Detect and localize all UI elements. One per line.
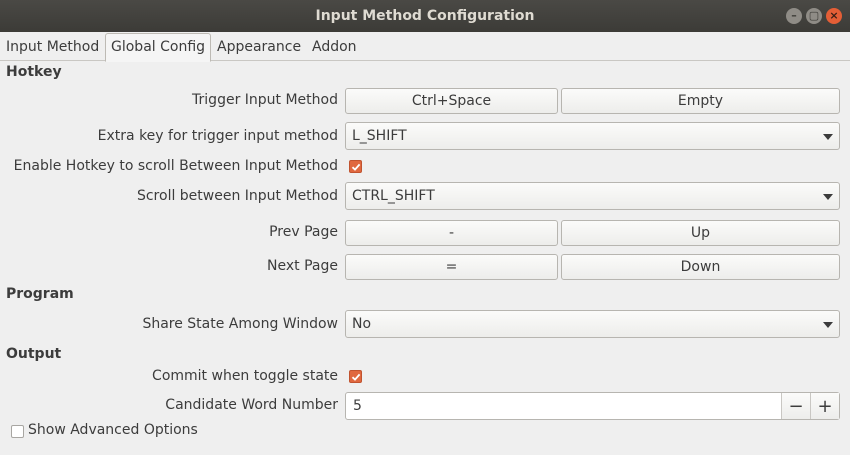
show-advanced-checkbox[interactable] — [11, 425, 24, 438]
prev-page-label: Prev Page — [269, 224, 338, 240]
prev-page-key-1-button[interactable]: - — [345, 220, 558, 246]
prev-page-key-2-button[interactable]: Up — [561, 220, 840, 246]
extra-key-value: L_SHIFT — [352, 128, 407, 144]
section-output: Output — [6, 346, 62, 362]
window-controls: – ▢ × — [786, 8, 842, 24]
scroll-between-dropdown[interactable]: CTRL_SHIFT — [345, 182, 840, 210]
minimize-button[interactable]: – — [786, 8, 802, 24]
title-bar: Input Method Configuration – ▢ × — [0, 0, 850, 32]
next-page-key-1-button[interactable]: = — [345, 254, 558, 280]
share-state-dropdown[interactable]: No — [345, 310, 840, 338]
chevron-down-icon — [823, 194, 833, 200]
candidate-word-number-spinbox[interactable]: 5 − + — [345, 392, 840, 420]
extra-key-label: Extra key for trigger input method — [97, 128, 338, 144]
scroll-between-label: Scroll between Input Method — [136, 188, 338, 204]
checkmark-icon — [351, 373, 360, 381]
increment-button[interactable]: + — [810, 393, 839, 419]
commit-toggle-label: Commit when toggle state — [152, 368, 338, 384]
commit-toggle-checkbox[interactable] — [349, 370, 362, 383]
section-program: Program — [6, 286, 74, 302]
section-hotkey: Hotkey — [6, 64, 62, 80]
tab-appearance[interactable]: Appearance — [212, 34, 306, 60]
chevron-down-icon — [823, 322, 833, 328]
share-state-label: Share State Among Window — [142, 316, 338, 332]
decrement-button[interactable]: − — [781, 393, 810, 419]
window-title: Input Method Configuration — [315, 8, 535, 24]
next-page-label: Next Page — [267, 258, 338, 274]
trigger-key-2-button[interactable]: Empty — [561, 88, 840, 114]
next-page-key-2-button[interactable]: Down — [561, 254, 840, 280]
enable-scroll-checkbox[interactable] — [349, 160, 362, 173]
tab-bar: Input Method Global Config Appearance Ad… — [0, 32, 850, 62]
candidate-word-number-value[interactable]: 5 — [346, 398, 781, 414]
candidate-word-number-label: Candidate Word Number — [165, 397, 338, 413]
show-advanced-label[interactable]: Show Advanced Options — [28, 422, 198, 438]
trigger-key-1-button[interactable]: Ctrl+Space — [345, 88, 558, 114]
trigger-input-method-label: Trigger Input Method — [192, 92, 338, 108]
chevron-down-icon — [823, 134, 833, 140]
close-button[interactable]: × — [826, 8, 842, 24]
tab-global-config[interactable]: Global Config — [105, 33, 212, 62]
extra-key-dropdown[interactable]: L_SHIFT — [345, 122, 840, 150]
share-state-value: No — [352, 316, 372, 332]
checkmark-icon — [351, 163, 360, 171]
scroll-between-value: CTRL_SHIFT — [352, 188, 435, 204]
tab-addon[interactable]: Addon — [307, 34, 362, 60]
maximize-button[interactable]: ▢ — [806, 8, 822, 24]
enable-scroll-label: Enable Hotkey to scroll Between Input Me… — [13, 158, 338, 174]
tab-input-method[interactable]: Input Method — [1, 34, 104, 60]
